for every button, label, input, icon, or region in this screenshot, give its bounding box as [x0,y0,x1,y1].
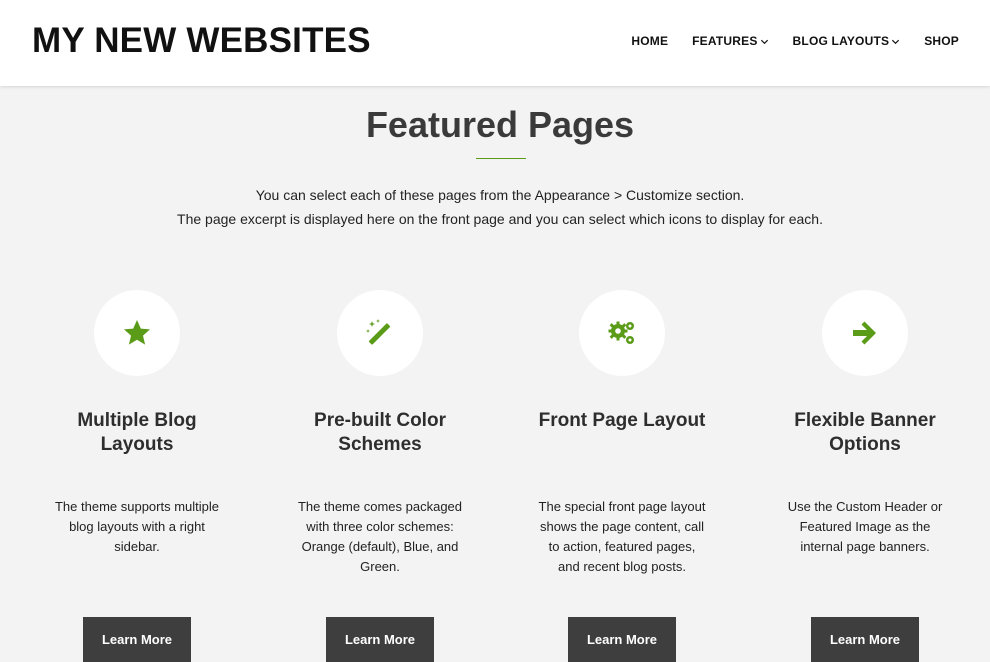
learn-more-button[interactable]: Learn More [83,617,191,662]
card-title: Front Page Layout [507,409,737,433]
card-title: Pre-built Color Schemes [265,409,495,457]
learn-more-button[interactable]: Learn More [811,617,919,662]
card-title-line: Options [829,434,901,455]
star-icon [124,320,150,345]
excerpt-line: and recent blog posts. [558,559,686,574]
nav-item-label: SHOP [924,34,959,48]
card-title-line: Pre-built Color [314,410,446,431]
nav-item-label: FEATURES [692,34,758,48]
excerpt-line: Use the Custom Header or [787,499,943,514]
card-title-line: Layouts [100,434,174,455]
nav-item-label: BLOG LAYOUTS [792,34,890,48]
chevron-down-icon [760,39,768,44]
icon-circle [94,290,180,376]
icon-circle [579,290,665,376]
excerpt-line: sidebar. [114,539,160,554]
excerpt-line: shows the page content, call [539,519,705,534]
card-excerpt: The theme comes packaged with three colo… [275,497,485,577]
gears-icon [608,321,634,344]
nav-item-features[interactable]: FEATURES [692,33,768,49]
card-title: Flexible Banner Options [750,409,980,457]
card-title-line: Schemes [338,434,422,455]
excerpt-line: internal page banners. [800,539,930,554]
title-divider [476,158,526,159]
chevron-down-icon [892,39,900,44]
icon-circle [822,290,908,376]
card-title-line: Multiple Blog [77,410,197,431]
card-title-line: Front Page Layout [538,410,706,431]
intro-line: You can select each of these pages from … [255,187,745,203]
excerpt-line: with three color schemes: [306,519,454,534]
excerpt-line: to action, featured pages, [548,539,696,554]
card-title: Multiple Blog Layouts [22,409,252,457]
excerpt-line: Green. [360,559,400,574]
arrow-right-icon [853,321,876,345]
excerpt-line: The special front page layout [538,499,706,514]
nav-item-shop[interactable]: SHOP [924,33,959,49]
excerpt-line: Orange (default), Blue, and [301,539,459,554]
site-header: MY NEW WEBSITES HOME FEATURES BLOG LAYOU… [0,0,990,86]
icon-circle [337,290,423,376]
card-title-line: Flexible Banner [794,410,936,431]
intro-line: The page excerpt is displayed here on th… [177,211,823,227]
main-nav: HOME FEATURES BLOG LAYOUTS SHOP [607,33,959,49]
excerpt-line: The theme supports multiple [54,499,220,514]
excerpt-line: The theme comes packaged [297,499,463,514]
section-title: Featured Pages [365,104,635,145]
site-logo[interactable]: MY NEW WEBSITES [32,18,371,64]
magic-wand-icon [366,319,391,345]
excerpt-line: blog layouts with a right [69,519,205,534]
nav-item-home[interactable]: HOME [631,33,668,49]
excerpt-line: Featured Image as the [799,519,931,534]
learn-more-button[interactable]: Learn More [326,617,434,662]
card-excerpt: Use the Custom Header or Featured Image … [760,497,970,557]
nav-item-label: HOME [631,34,669,48]
card-excerpt: The special front page layout shows the … [517,497,727,577]
learn-more-button[interactable]: Learn More [568,617,676,662]
nav-item-blog-layouts[interactable]: BLOG LAYOUTS [793,33,901,49]
section-intro: You can select each of these pages from … [0,183,990,231]
card-excerpt: The theme supports multiple blog layouts… [32,497,242,557]
